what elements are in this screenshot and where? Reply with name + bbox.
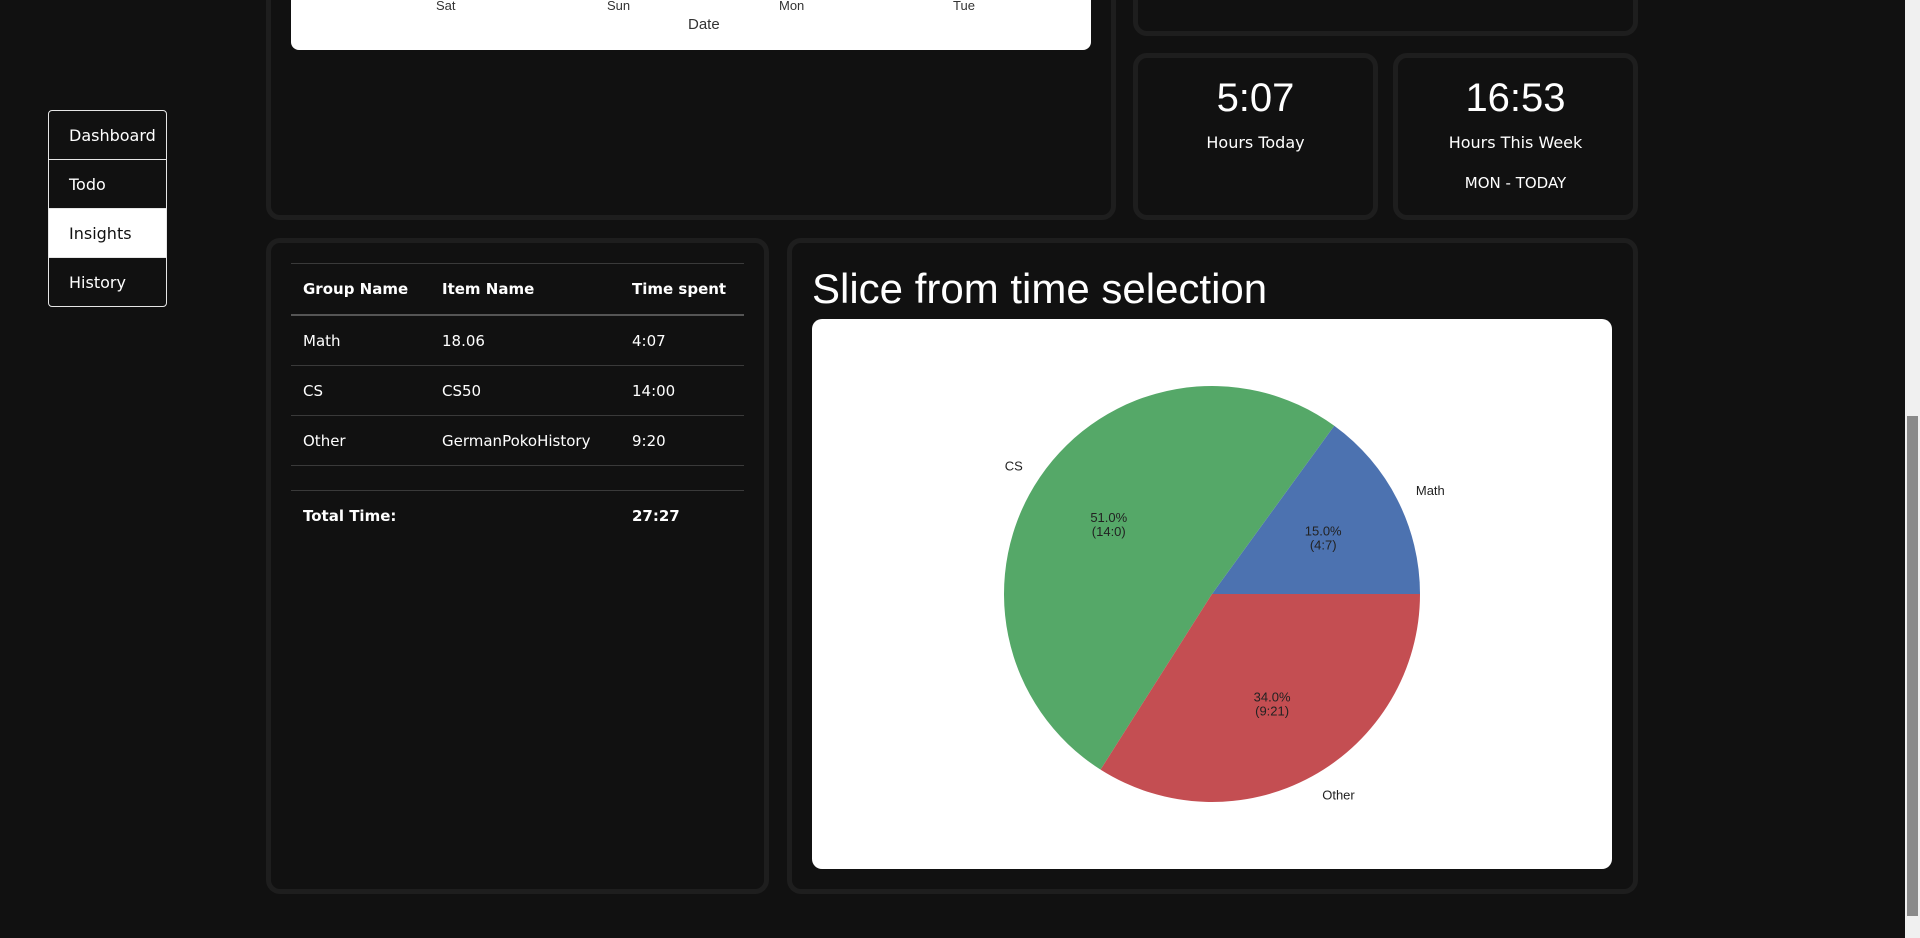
column-header-item: Item Name [442,280,535,298]
pie-chart-card: Math 15.0% (4:7) CS 51.0% (14:0) Other 34.0% (9:… [812,319,1612,869]
cell-group: Math [303,331,341,350]
nav-item-insights[interactable]: Insights [49,209,166,258]
hours-today-value: 5:07 [1216,76,1295,120]
table-header-row: Group Name Item Name Time spent [291,263,744,316]
table-row: Other GermanPokoHistory 9:20 [291,416,744,466]
side-nav: Dashboard Todo Insights History [48,110,167,307]
table-row: CS CS50 14:00 [291,366,744,416]
x-tick-label: Mon [779,0,805,13]
hours-week-label: Hours This Week [1448,133,1583,152]
pie-percent-label: 15.0% [1305,523,1342,538]
summary-panel [1133,0,1638,36]
x-tick-label: Sun [607,0,631,13]
pie-title: Slice from time selection [812,265,1268,312]
x-tick-label: 07 [335,0,349,2]
cell-time: 4:07 [632,331,666,350]
x-axis-label: Date [688,16,720,33]
total-value: 27:27 [632,506,680,525]
pie-slice-label: Math [1416,483,1445,498]
table-row: Math 18.06 4:07 [291,316,744,366]
cell-group: Other [303,431,346,450]
nav-item-todo[interactable]: Todo [49,160,166,209]
nav-item-history[interactable]: History [49,258,166,306]
cell-group: CS [303,381,323,400]
total-label: Total Time: [303,506,397,525]
pie-percent-label: 51.0% [1090,510,1127,525]
cell-time: 14:00 [632,381,676,400]
cell-time: 9:20 [632,431,666,450]
x-tick-label: Tue [953,0,975,13]
pie-chart: Math 15.0%(4:7) CS 51.0%(14:0) Other 34.0%(9:… [1004,386,1445,802]
x-tick-label: 07 [1061,0,1075,2]
pie-value-label: (14:0) [1092,524,1126,539]
pie-value-label: (9:21) [1255,703,1289,718]
hours-week-range: MON - TODAY [1464,174,1567,192]
column-header-time: Time spent [632,280,727,298]
cell-item: CS50 [442,381,482,400]
daily-chart: 07 Sat Sun Mon Tue 07 Date [291,0,1091,50]
page-scrollbar-thumb[interactable] [1907,416,1918,916]
pie-value-label: (4:7) [1310,537,1337,552]
pie-percent-label: 34.0% [1254,689,1291,704]
hours-week-value: 16:53 [1465,76,1566,120]
hours-week-card: 16:53 Hours This Week MON - TODAY [1393,53,1638,220]
time-table: Group Name Item Name Time spent Math 18.… [291,263,744,540]
table-total-row: Total Time: 27:27 [291,490,744,540]
cell-item: GermanPokoHistory [442,431,591,450]
pie-slice-label: CS [1005,458,1023,473]
x-tick-label: Sat [436,0,456,13]
hours-today-card: 5:07 Hours Today [1133,53,1378,220]
pie-slice-label: Other [1322,787,1355,802]
column-header-group: Group Name [303,280,409,298]
cell-item: 18.06 [442,331,485,350]
hours-today-label: Hours Today [1206,133,1305,152]
nav-item-dashboard[interactable]: Dashboard [49,111,166,160]
